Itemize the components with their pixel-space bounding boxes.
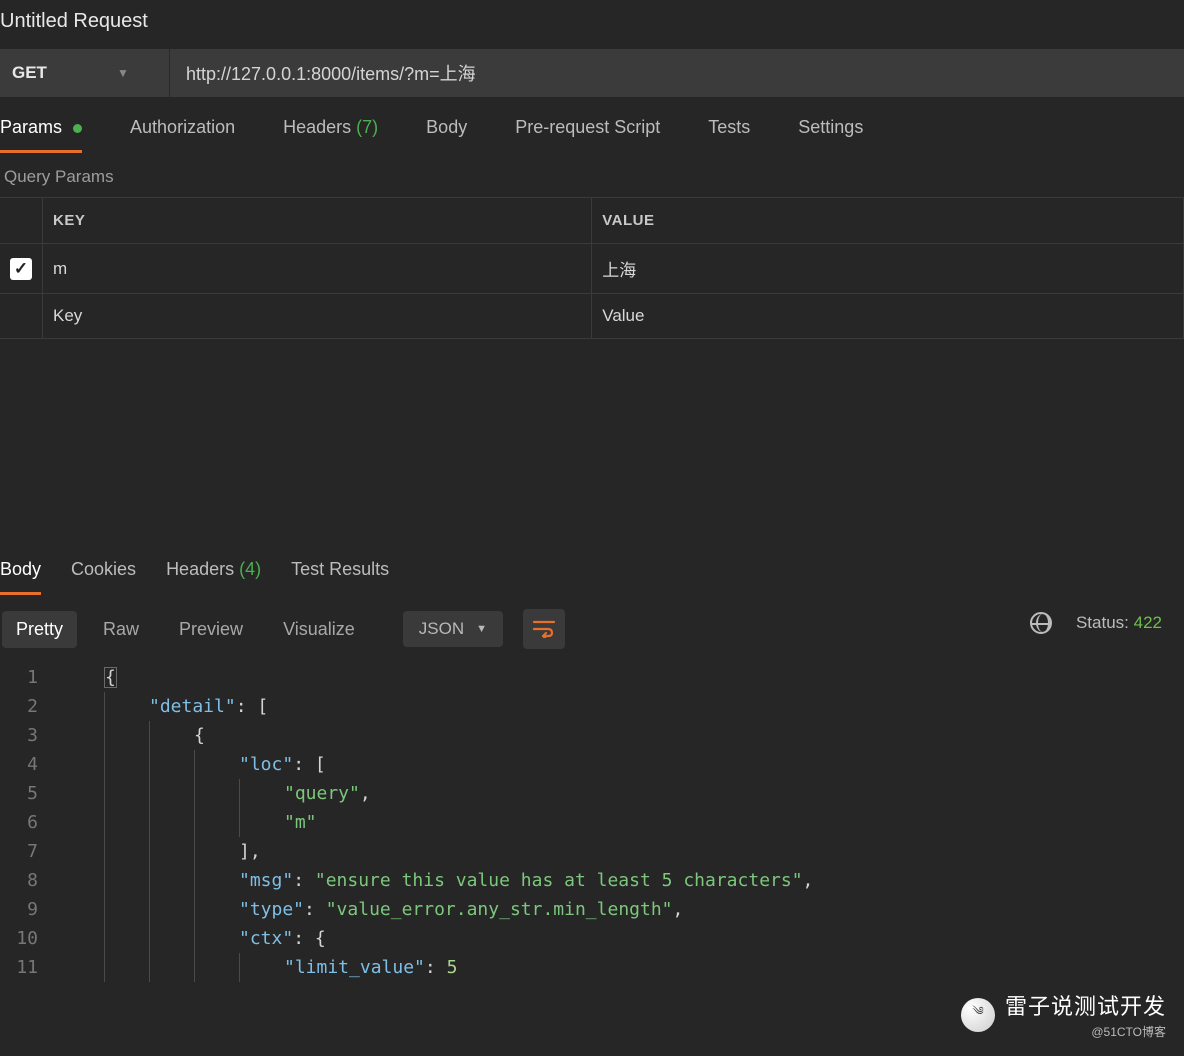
wechat-icon: ༄ [961,998,995,1032]
line-number: 1 [0,663,60,692]
line-number: 4 [0,750,60,779]
tab-params-label: Params [0,117,62,137]
query-params-table: KEY VALUE ✓ m 上海 Key Value [0,197,1184,339]
watermark: ༄ 雷子说测试开发 @51CTO博客 [961,989,1166,1040]
line-number: 10 [0,924,60,953]
table-row-empty[interactable]: Key Value [0,294,1184,339]
tab-headers-label: Headers [283,117,351,137]
wrap-icon [533,620,555,638]
tab-body[interactable]: Body [426,117,467,150]
response-tabs: Body Cookies Headers (4) Test Results [0,539,1184,595]
url-input[interactable] [170,49,1184,97]
tab-prerequest[interactable]: Pre-request Script [515,117,660,150]
wrap-lines-button[interactable] [523,609,565,649]
line-number: 8 [0,866,60,895]
resp-tab-headers[interactable]: Headers (4) [166,559,261,592]
param-key-placeholder[interactable]: Key [43,294,592,339]
col-key: KEY [43,198,592,244]
watermark-text: 雷子说测试开发 [1005,994,1166,1019]
chevron-down-icon: ▼ [476,623,487,635]
line-number: 9 [0,895,60,924]
resp-tab-cookies[interactable]: Cookies [71,559,136,592]
col-value: VALUE [592,198,1184,244]
tab-params[interactable]: Params [0,117,82,153]
status-label: Status: [1076,613,1129,632]
globe-icon[interactable] [1030,612,1052,634]
resp-headers-count: (4) [239,559,261,579]
tab-settings[interactable]: Settings [798,117,863,150]
param-value[interactable]: 上海 [592,244,1184,294]
line-number: 5 [0,779,60,808]
headers-count: (7) [356,117,378,137]
response-status: Status: 422 [1030,612,1162,634]
param-key[interactable]: m [43,244,592,294]
request-title: Untitled Request [0,0,1184,49]
line-number: 11 [0,953,60,982]
line-number: 2 [0,692,60,721]
chevron-down-icon: ▼ [117,66,129,80]
params-active-dot-icon [73,124,82,133]
request-tabs: Params Authorization Headers (7) Body Pr… [0,97,1184,153]
row-checkbox[interactable]: ✓ [10,258,32,280]
format-select[interactable]: JSON ▼ [403,611,503,647]
status-code: 422 [1134,613,1162,632]
resp-tab-body[interactable]: Body [0,559,41,595]
resp-tab-test-results[interactable]: Test Results [291,559,389,592]
resp-tab-headers-label: Headers [166,559,234,579]
query-params-label: Query Params [0,153,1184,197]
method-label: GET [12,63,47,83]
view-pretty[interactable]: Pretty [2,611,77,648]
tab-authorization[interactable]: Authorization [130,117,235,150]
param-value-placeholder[interactable]: Value [592,294,1184,339]
watermark-sub: @51CTO博客 [1005,1023,1166,1040]
line-number: 7 [0,837,60,866]
viewer-bar: Pretty Raw Preview Visualize JSON ▼ [0,595,1184,659]
view-visualize[interactable]: Visualize [283,619,355,640]
tab-headers[interactable]: Headers (7) [283,117,378,150]
view-raw[interactable]: Raw [103,619,139,640]
line-number: 3 [0,721,60,750]
method-select[interactable]: GET ▼ [0,49,170,97]
request-bar: GET ▼ [0,49,1184,97]
tab-tests[interactable]: Tests [708,117,750,150]
response-body[interactable]: 1{ 2"detail": [ 3{ 4"loc": [ 5"query", 6… [0,659,1184,982]
format-label: JSON [419,619,464,639]
table-row[interactable]: ✓ m 上海 [0,244,1184,294]
line-number: 6 [0,808,60,837]
view-preview[interactable]: Preview [179,619,243,640]
table-header-row: KEY VALUE [0,198,1184,244]
